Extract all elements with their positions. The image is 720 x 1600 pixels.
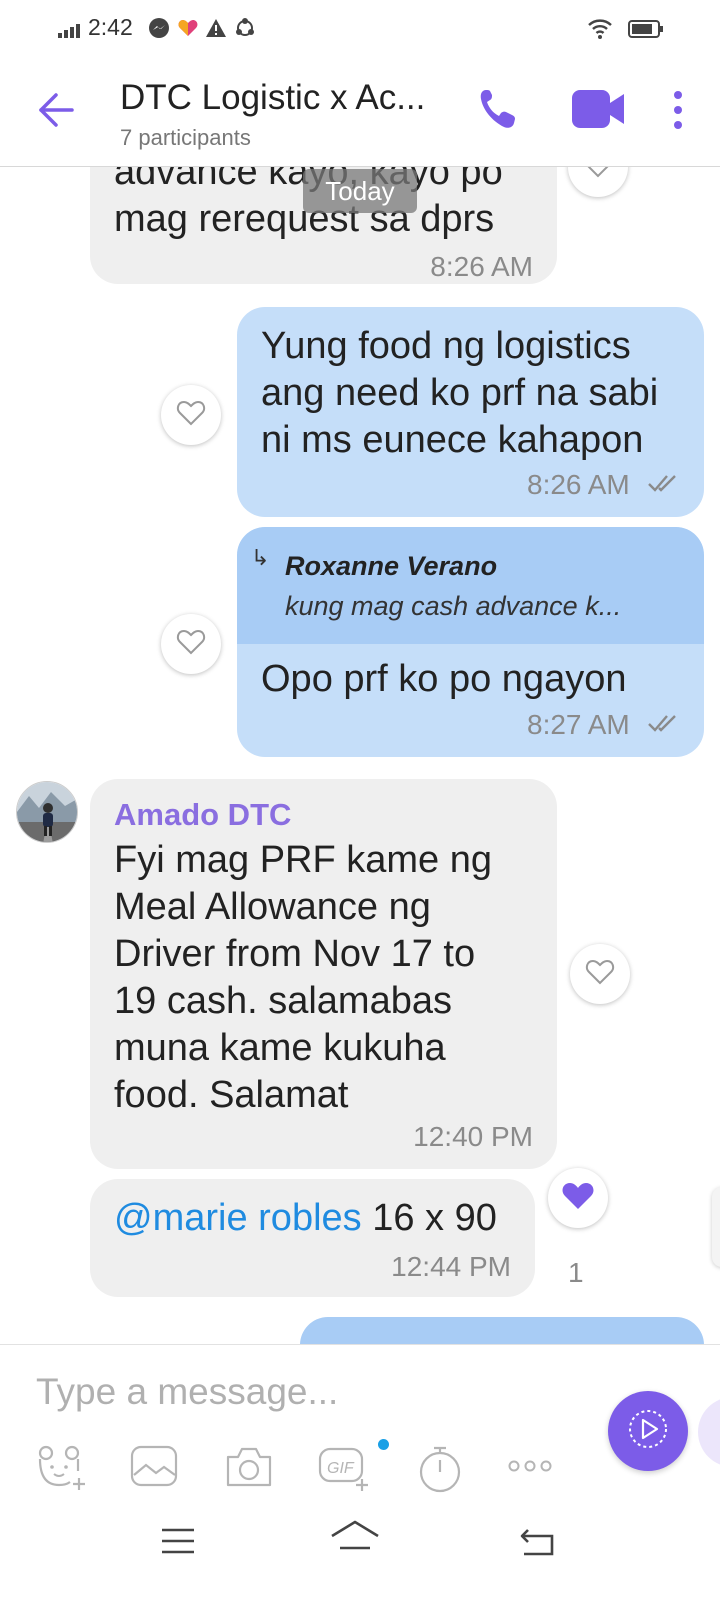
menu-icon[interactable]	[160, 1526, 196, 1561]
sender-name[interactable]: Amado DTC	[114, 797, 291, 833]
message-time: 8:26 AM	[430, 251, 533, 282]
message-bubble-incoming[interactable]: @marie robles 16 x 90 12:44 PM	[90, 1179, 535, 1297]
wifi-icon	[588, 19, 612, 44]
message-composer: GIF	[0, 1344, 720, 1500]
timer-icon[interactable]	[418, 1445, 462, 1498]
edge-action[interactable]	[698, 1397, 720, 1467]
message-bubble-outgoing[interactable]: Yung food ng logistics ang need ko prf n…	[237, 307, 704, 517]
more-horizontal-icon[interactable]	[508, 1459, 552, 1478]
sync-icon	[234, 17, 256, 44]
like-button-edge[interactable]	[712, 1187, 720, 1267]
reply-author: Roxanne Verano	[285, 551, 498, 581]
chat-title[interactable]: DTC Logistic x Ac...	[120, 78, 425, 118]
reply-snippet: kung mag cash advance k...	[285, 591, 622, 621]
system-nav-bar	[0, 1500, 720, 1600]
message-text-line: 19 cash. salamabas	[114, 980, 452, 1022]
message-text-line: ni ms eunece kahapon	[261, 419, 644, 461]
like-button[interactable]	[161, 614, 221, 674]
heart-outline-icon	[583, 167, 613, 184]
message-text-line: Meal Allowance ng	[114, 886, 431, 928]
svg-text:GIF: GIF	[327, 1460, 355, 1477]
message-text-line: Driver from Nov 17 to	[114, 933, 476, 975]
heart-outline-icon	[585, 958, 615, 991]
heart-app-icon	[177, 17, 199, 44]
read-ticks-icon	[647, 713, 681, 738]
reply-preview[interactable]: ↳ Roxanne Verano kung mag cash advance k…	[237, 527, 704, 644]
video-call-icon[interactable]	[570, 88, 626, 135]
chat-header: DTC Logistic x Ac... 7 participants	[0, 58, 720, 167]
sticker-icon[interactable]	[36, 1445, 86, 1496]
gallery-icon[interactable]	[130, 1445, 178, 1492]
battery-icon	[628, 20, 664, 43]
heart-outline-icon	[176, 628, 206, 661]
message-text: 16 x 90	[361, 1197, 497, 1239]
message-text-line: Opo prf ko po ngayon	[261, 658, 627, 700]
participants-count[interactable]: 7 participants	[120, 125, 251, 151]
back-arrow-icon[interactable]	[36, 92, 76, 133]
message-bubble-incoming[interactable]: Amado DTC Fyi mag PRF kame ng Meal Allow…	[90, 779, 557, 1169]
camera-icon[interactable]	[224, 1445, 274, 1494]
like-button[interactable]	[161, 385, 221, 445]
status-time: 2:42	[88, 14, 133, 40]
date-separator: Today	[303, 169, 417, 213]
message-text-line: Fyi mag PRF kame ng	[114, 839, 492, 881]
chat-messages[interactable]: advance kayo, kayo po mag rerequest sa d…	[0, 167, 720, 1344]
more-vertical-icon[interactable]	[672, 90, 684, 135]
like-count: 1	[568, 1257, 584, 1288]
mention-link[interactable]: @marie robles	[114, 1197, 362, 1239]
message-bubble-outgoing-partial[interactable]	[300, 1317, 704, 1344]
heart-outline-icon	[176, 399, 206, 432]
message-text-line: @marie robles 16 x 90	[114, 1195, 497, 1242]
signal-icon	[58, 24, 82, 43]
message-text-line: ang need ko prf na sabi	[261, 372, 659, 414]
read-ticks-icon	[647, 473, 681, 498]
new-indicator-dot	[378, 1439, 389, 1450]
back-icon[interactable]	[518, 1526, 558, 1563]
message-text-line: food. Salamat	[114, 1074, 349, 1116]
like-button[interactable]	[568, 167, 628, 197]
message-text-line: Yung food ng logistics	[261, 325, 631, 367]
message-bubble-outgoing-reply[interactable]: ↳ Roxanne Verano kung mag cash advance k…	[237, 527, 704, 757]
like-button[interactable]	[570, 944, 630, 1004]
message-time: 12:40 PM	[413, 1121, 533, 1152]
message-time: 8:26 AM	[527, 469, 630, 500]
send-icon	[626, 1407, 670, 1456]
messenger-icon	[148, 17, 170, 44]
message-time: 8:27 AM	[527, 709, 630, 740]
avatar[interactable]	[16, 781, 78, 843]
heart-filled-icon	[561, 1181, 595, 1216]
home-icon[interactable]	[330, 1518, 380, 1563]
like-button-liked[interactable]	[548, 1168, 608, 1228]
gif-icon[interactable]: GIF	[318, 1445, 372, 1496]
warning-icon	[205, 17, 227, 44]
reply-arrow-icon: ↳	[251, 545, 270, 570]
status-bar: 2:42	[0, 0, 720, 58]
phone-icon[interactable]	[478, 88, 516, 135]
send-button[interactable]	[608, 1391, 688, 1471]
message-text-line: muna kame kukuha	[114, 1027, 446, 1069]
message-time: 12:44 PM	[391, 1251, 511, 1282]
message-input[interactable]	[36, 1367, 576, 1417]
